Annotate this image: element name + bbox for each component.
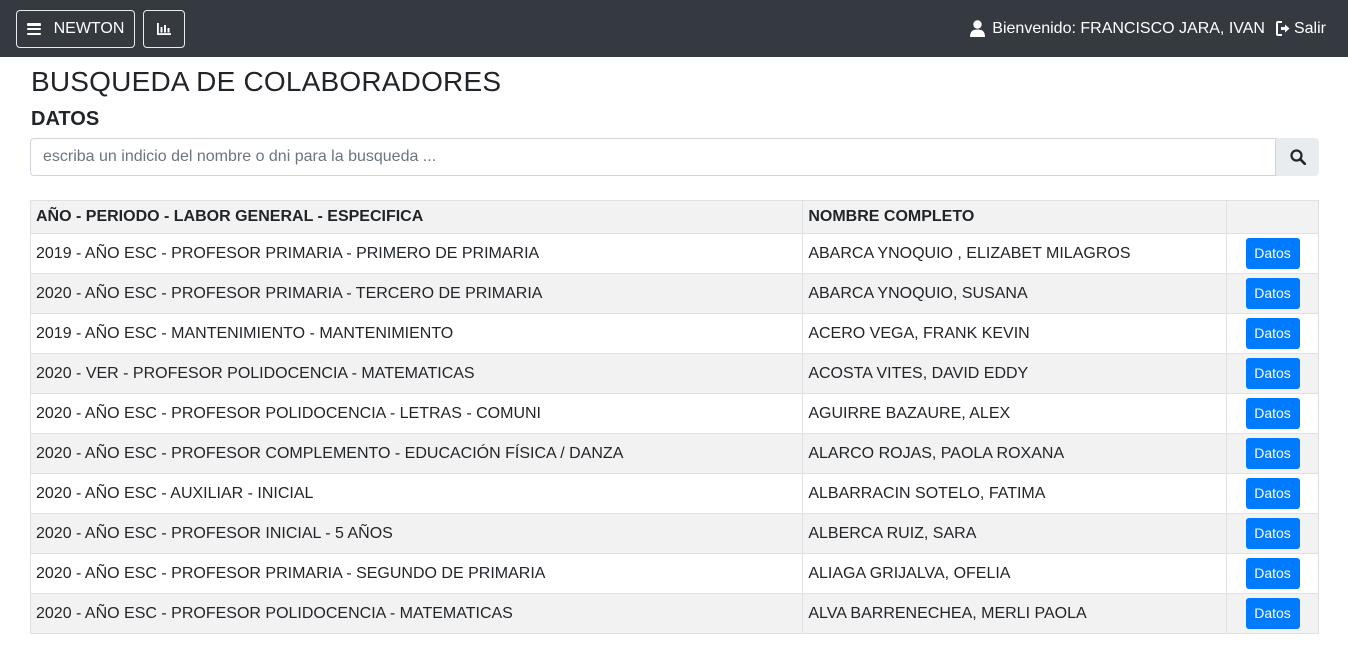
cell-action: Datos	[1226, 513, 1319, 554]
cell-nombre: ACOSTA VITES, DAVID EDDY	[802, 353, 1228, 394]
datos-button[interactable]: Datos	[1245, 518, 1300, 549]
datos-button[interactable]: Datos	[1245, 478, 1300, 509]
table-row: 2020 - AÑO ESC - PROFESOR INICIAL - 5 AÑ…	[29, 513, 1319, 554]
search-button[interactable]	[1276, 138, 1319, 176]
datos-button[interactable]: Datos	[1245, 318, 1300, 349]
cell-nombre: ALARCO ROJAS, PAOLA ROXANA	[802, 433, 1228, 474]
cell-nombre: ALVA BARRENECHEA, MERLI PAOLA	[802, 593, 1228, 634]
table-row: 2020 - AÑO ESC - PROFESOR COMPLEMENTO - …	[29, 433, 1319, 474]
top-navbar: NEWTON Bienvenido: FRANCISCO JARA, IVAN …	[0, 0, 1348, 57]
welcome-text: Bienvenido: FRANCISCO JARA, IVAN	[992, 19, 1265, 37]
cell-labor: 2020 - AÑO ESC - PROFESOR INICIAL - 5 AÑ…	[29, 513, 804, 554]
table-row: 2019 - AÑO ESC - PROFESOR PRIMARIA - PRI…	[29, 233, 1319, 274]
page-title: BUSQUEDA DE COLABORADORES	[31, 66, 502, 97]
cell-action: Datos	[1226, 273, 1319, 314]
header-labor: AÑO - PERIODO - LABOR GENERAL - ESPECIFI…	[29, 200, 804, 234]
search-bar	[30, 138, 1319, 176]
table-row: 2019 - AÑO ESC - MANTENIMIENTO - MANTENI…	[29, 313, 1319, 354]
table-row: 2020 - AÑO ESC - PROFESOR POLIDOCENCIA -…	[29, 593, 1319, 634]
datos-button[interactable]: Datos	[1245, 238, 1300, 269]
cell-action: Datos	[1226, 393, 1319, 434]
cell-nombre: AGUIRRE BAZAURE, ALEX	[802, 393, 1228, 434]
cell-nombre: ABARCA YNOQUIO , ELIZABET MILAGROS	[802, 233, 1228, 274]
cell-nombre: ABARCA YNOQUIO, SUSANA	[802, 273, 1228, 314]
sign-out-icon	[1275, 21, 1290, 36]
hamburger-icon	[26, 23, 41, 35]
table-row: 2020 - AÑO ESC - PROFESOR PRIMARIA - SEG…	[29, 553, 1319, 594]
cell-labor: 2019 - AÑO ESC - MANTENIMIENTO - MANTENI…	[29, 313, 804, 354]
table-row: 2020 - AÑO ESC - PROFESOR PRIMARIA - TER…	[29, 273, 1319, 314]
cell-action: Datos	[1226, 313, 1319, 354]
cell-action: Datos	[1226, 473, 1319, 514]
logout-link[interactable]: Salir	[1275, 19, 1326, 38]
datos-button[interactable]: Datos	[1245, 398, 1300, 429]
bar-chart-icon	[157, 23, 171, 35]
collaborators-table-wrapper: AÑO - PERIODO - LABOR GENERAL - ESPECIFI…	[29, 200, 1319, 634]
table-header-row: AÑO - PERIODO - LABOR GENERAL - ESPECIFI…	[29, 200, 1319, 234]
cell-labor: 2019 - AÑO ESC - PROFESOR PRIMARIA - PRI…	[29, 233, 804, 274]
newton-menu-button[interactable]: NEWTON	[16, 10, 135, 48]
chart-button[interactable]	[143, 10, 185, 48]
cell-action: Datos	[1226, 233, 1319, 274]
datos-button[interactable]: Datos	[1245, 358, 1300, 389]
cell-nombre: ACERO VEGA, FRANK KEVIN	[802, 313, 1228, 354]
datos-button[interactable]: Datos	[1245, 558, 1300, 589]
datos-button[interactable]: Datos	[1245, 438, 1300, 469]
search-icon	[1289, 149, 1306, 165]
cell-nombre: ALBERCA RUIZ, SARA	[802, 513, 1228, 554]
user-area: Bienvenido: FRANCISCO JARA, IVAN Salir	[970, 0, 1326, 57]
cell-labor: 2020 - AÑO ESC - PROFESOR PRIMARIA - TER…	[29, 273, 804, 314]
user-icon	[970, 20, 986, 37]
cell-action: Datos	[1226, 433, 1319, 474]
cell-labor: 2020 - AÑO ESC - AUXILIAR - INICIAL	[29, 473, 804, 514]
section-title: DATOS	[31, 108, 100, 130]
table-row: 2020 - AÑO ESC - PROFESOR POLIDOCENCIA -…	[29, 393, 1319, 434]
collaborators-table: AÑO - PERIODO - LABOR GENERAL - ESPECIFI…	[29, 200, 1319, 634]
table-row: 2020 - VER - PROFESOR POLIDOCENCIA - MAT…	[29, 353, 1319, 394]
cell-action: Datos	[1226, 553, 1319, 594]
cell-labor: 2020 - VER - PROFESOR POLIDOCENCIA - MAT…	[29, 353, 804, 394]
cell-labor: 2020 - AÑO ESC - PROFESOR POLIDOCENCIA -…	[29, 393, 804, 434]
table-body: 2019 - AÑO ESC - PROFESOR PRIMARIA - PRI…	[29, 233, 1319, 634]
cell-action: Datos	[1226, 353, 1319, 394]
search-input[interactable]	[30, 138, 1276, 176]
header-action	[1226, 200, 1319, 234]
datos-button[interactable]: Datos	[1245, 278, 1300, 309]
logout-label: Salir	[1293, 19, 1326, 37]
cell-labor: 2020 - AÑO ESC - PROFESOR PRIMARIA - SEG…	[29, 553, 804, 594]
cell-action: Datos	[1226, 593, 1319, 634]
cell-labor: 2020 - AÑO ESC - PROFESOR POLIDOCENCIA -…	[29, 593, 804, 634]
newton-menu-label: NEWTON	[53, 20, 125, 37]
cell-nombre: ALBARRACIN SOTELO, FATIMA	[802, 473, 1228, 514]
table-row: 2020 - AÑO ESC - AUXILIAR - INICIAL ALBAR…	[29, 473, 1319, 514]
cell-labor: 2020 - AÑO ESC - PROFESOR COMPLEMENTO - …	[29, 433, 804, 474]
header-nombre: NOMBRE COMPLETO	[802, 200, 1228, 234]
cell-nombre: ALIAGA GRIJALVA, OFELIA	[802, 553, 1228, 594]
datos-button[interactable]: Datos	[1245, 598, 1300, 629]
